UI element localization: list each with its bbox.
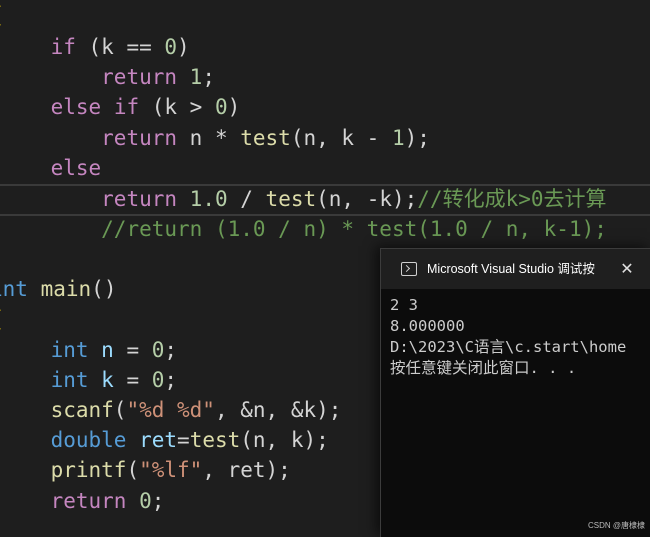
code-line: int k = 0; — [50, 368, 178, 392]
code-line: return 0; — [50, 489, 165, 513]
console-titlebar[interactable]: Microsoft Visual Studio 调试按 ✕ — [381, 249, 650, 289]
terminal-icon — [401, 262, 417, 276]
code-line: else — [50, 156, 102, 180]
console-output-line: 8.000000 — [390, 317, 465, 335]
code-line: { — [0, 0, 3, 30]
code-line: double ret=test(n, k); — [50, 428, 329, 452]
code-line: int main() — [0, 277, 117, 301]
console-output-line: 2 3 — [390, 296, 418, 314]
code-line: return 1; — [101, 65, 215, 89]
debug-console-window[interactable]: Microsoft Visual Studio 调试按 ✕ 2 3 8.0000… — [380, 248, 650, 537]
console-title: Microsoft Visual Studio 调试按 — [427, 262, 595, 276]
code-line: int n = 0; — [50, 338, 178, 362]
code-line: { — [0, 304, 3, 334]
code-line: scanf("%d %d", &n, &k); — [50, 398, 342, 422]
watermark: CSDN @唐棣棣 — [588, 521, 646, 530]
code-line: else if (k > 0) — [50, 95, 241, 119]
console-output-line: D:\2023\C语言\c.start\home — [390, 338, 627, 356]
code-line-current: return 1.0 / test(n, -k);//转化成k>0去计算 — [101, 187, 607, 211]
close-icon[interactable]: ✕ — [617, 249, 637, 289]
code-line: return n * test(n, k - 1); — [101, 126, 430, 150]
code-line: if (k == 0) — [50, 35, 190, 59]
console-output-line: 按任意键关闭此窗口. . . — [390, 359, 577, 377]
code-line: //return (1.0 / n) * test(1.0 / n, k-1); — [101, 217, 607, 241]
code-line: printf("%lf", ret); — [50, 458, 291, 482]
